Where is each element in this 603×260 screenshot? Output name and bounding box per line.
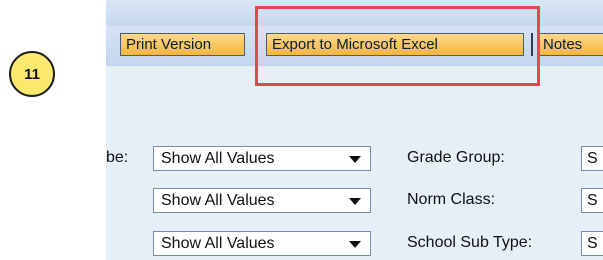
- norm-class-label: Norm Class:: [407, 191, 496, 208]
- school-sub-type-select-value: S: [587, 235, 598, 252]
- dropdown-arrow-icon: [349, 241, 361, 248]
- filter-select-value: Show All Values: [161, 235, 275, 252]
- grade-group-label: Grade Group:: [407, 149, 505, 166]
- school-sub-type-select[interactable]: S: [581, 231, 603, 256]
- filter-select-value: Show All Values: [161, 150, 275, 167]
- grade-group-select-value: S: [587, 150, 598, 167]
- dropdown-arrow-icon: [349, 156, 361, 163]
- filter-label: be:: [106, 149, 129, 166]
- school-sub-type-label: School Sub Type:: [407, 234, 533, 251]
- toolbar-separator: [256, 33, 258, 56]
- dropdown-arrow-icon: [349, 198, 361, 205]
- filter-select[interactable]: Show All Values: [153, 188, 371, 213]
- export-to-excel-button[interactable]: Export to Microsoft Excel: [266, 33, 524, 56]
- filter-select-value: Show All Values: [161, 192, 275, 209]
- grade-group-select[interactable]: S: [581, 146, 603, 171]
- toolbar-separator: [531, 33, 533, 56]
- filter-select[interactable]: Show All Values: [153, 231, 371, 256]
- panel-top-strip: [106, 0, 603, 26]
- norm-class-select-value: S: [587, 192, 598, 209]
- notes-button[interactable]: Notes: [537, 33, 603, 56]
- print-version-button[interactable]: Print Version: [120, 33, 245, 56]
- norm-class-select[interactable]: S: [581, 188, 603, 213]
- filter-select[interactable]: Show All Values: [153, 146, 371, 171]
- step-number-badge: 11: [9, 51, 55, 97]
- report-panel: Print Version Export to Microsoft Excel …: [106, 0, 603, 260]
